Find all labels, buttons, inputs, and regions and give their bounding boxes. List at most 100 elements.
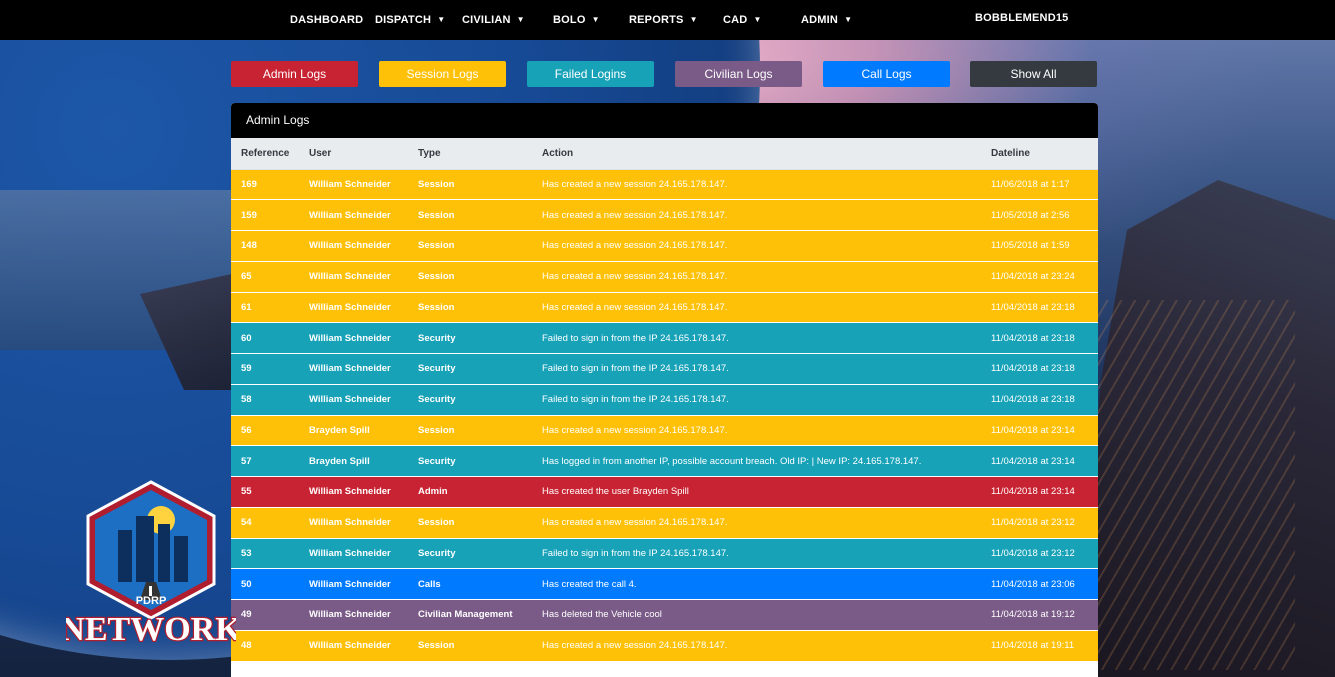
nav-dashboard[interactable]: DASHBOARD	[290, 0, 363, 40]
table-row: 148 William Schneider Session Has created a…	[231, 230, 1098, 262]
column-header[interactable]: Reference	[231, 138, 299, 170]
reference-cell: 55	[231, 476, 299, 508]
user-cell: William Schneider	[299, 169, 408, 201]
reference-cell: 57	[231, 445, 299, 477]
action-cell: Has deleted the Vehicle cool	[532, 599, 981, 631]
session-logs-button[interactable]: Session Logs	[379, 61, 506, 87]
user-cell: William Schneider	[299, 568, 408, 600]
column-header[interactable]: Dateline	[981, 138, 1098, 170]
type-cell: Security	[408, 353, 532, 385]
table-row: 54 William Schneider Session Has created a …	[231, 507, 1098, 539]
call-logs-button[interactable]: Call Logs	[823, 61, 950, 87]
table-row: 57 Brayden Spill Security Has logged in fro…	[231, 445, 1098, 477]
column-header[interactable]: User	[299, 138, 408, 170]
admin-logs-button[interactable]: Admin Logs	[231, 61, 358, 87]
table-row: 55 William Schneider Admin Has created the …	[231, 476, 1098, 508]
type-cell: Session	[408, 261, 532, 293]
table-row: 65 William Schneider Session Has created a …	[231, 261, 1098, 293]
reference-cell: 50	[231, 568, 299, 600]
nav-bolo[interactable]: BOLO ▼	[553, 0, 600, 40]
caret-down-icon: ▼	[591, 15, 600, 24]
action-cell: Failed to sign in from the IP 24.165.178…	[532, 384, 981, 416]
user-cell: Brayden Spill	[299, 415, 408, 447]
type-cell: Session	[408, 415, 532, 447]
table-row: 61 William Schneider Session Has created a …	[231, 292, 1098, 324]
pdrp-network-logo: PDRP NETWORK	[66, 480, 236, 649]
dateline-cell: 11/04/2018 at 23:18	[981, 322, 1098, 354]
table-header-row: Reference User Type Action Dateline	[231, 138, 1098, 170]
reference-cell: 54	[231, 507, 299, 539]
user-cell: William Schneider	[299, 507, 408, 539]
logs-card: Admin Logs Reference User Type Action Da…	[231, 103, 1098, 677]
civilian-logs-button[interactable]: Civilian Logs	[675, 61, 802, 87]
user-cell: William Schneider	[299, 476, 408, 508]
caret-down-icon: ▼	[844, 15, 853, 24]
table-row: 58 William Schneider Security Failed to sig…	[231, 384, 1098, 416]
type-cell: Security	[408, 322, 532, 354]
nav-label: DASHBOARD	[290, 14, 364, 26]
dateline-cell: 11/04/2018 at 23:14	[981, 476, 1098, 508]
action-cell: Failed to sign in from the IP 24.165.178…	[532, 322, 981, 354]
nav-label: DISPATCH	[375, 14, 432, 26]
nav-label: ADMIN	[801, 14, 839, 26]
reference-cell: 65	[231, 261, 299, 293]
nav-dispatch[interactable]: DISPATCH ▼	[375, 0, 445, 40]
dateline-cell: 11/04/2018 at 23:06	[981, 568, 1098, 600]
dateline-cell: 11/04/2018 at 19:11	[981, 630, 1098, 662]
type-cell: Calls	[408, 568, 532, 600]
user-cell: William Schneider	[299, 322, 408, 354]
action-cell: Has created a new session 24.165.178.147…	[532, 169, 981, 201]
failed-logins-button[interactable]: Failed Logins	[527, 61, 654, 87]
top-navbar: DASHBOARD DISPATCH ▼ CIVILIAN ▼ BOLO ▼ REPO…	[0, 0, 1335, 40]
type-cell: Security	[408, 538, 532, 570]
column-header[interactable]: Type	[408, 138, 532, 170]
user-cell: William Schneider	[299, 599, 408, 631]
reference-cell: 60	[231, 322, 299, 354]
svg-text:NETWORK: NETWORK	[66, 611, 236, 648]
user-cell: Brayden Spill	[299, 445, 408, 477]
user-cell: William Schneider	[299, 630, 408, 662]
type-cell: Session	[408, 630, 532, 662]
dateline-cell: 11/04/2018 at 23:12	[981, 538, 1098, 570]
reference-cell: 169	[231, 169, 299, 201]
type-cell: Civilian Management	[408, 599, 532, 631]
action-cell: Has created the user Brayden Spill	[532, 476, 981, 508]
action-cell: Has created the call 4.	[532, 568, 981, 600]
city-lights-graphic	[1095, 300, 1295, 670]
nav-admin[interactable]: ADMIN ▼	[801, 0, 852, 40]
show-all-button[interactable]: Show All	[970, 61, 1097, 87]
action-cell: Has created a new session 24.165.178.147…	[532, 261, 981, 293]
nav-civilian[interactable]: CIVILIAN ▼	[462, 0, 525, 40]
user-cell: William Schneider	[299, 230, 408, 262]
type-cell: Session	[408, 199, 532, 231]
action-cell: Has created a new session 24.165.178.147…	[532, 292, 981, 324]
action-cell: Has created a new session 24.165.178.147…	[532, 199, 981, 231]
reference-cell: 56	[231, 415, 299, 447]
reference-cell: 53	[231, 538, 299, 570]
nav-cad[interactable]: CAD ▼	[723, 0, 762, 40]
action-cell: Has created a new session 24.165.178.147…	[532, 415, 981, 447]
svg-text:PDRP: PDRP	[136, 595, 167, 607]
type-cell: Session	[408, 292, 532, 324]
type-cell: Admin	[408, 476, 532, 508]
dateline-cell: 11/04/2018 at 23:14	[981, 445, 1098, 477]
table-row: 59 William Schneider Security Failed to sig…	[231, 353, 1098, 385]
type-cell: Session	[408, 507, 532, 539]
table-row: 53 William Schneider Security Failed to sig…	[231, 538, 1098, 570]
table-row: 60 William Schneider Security Failed to sig…	[231, 322, 1098, 354]
dateline-cell: 11/04/2018 at 23:14	[981, 415, 1098, 447]
nav-label: CAD	[723, 14, 748, 26]
table-row: 159 William Schneider Session Has created a…	[231, 199, 1098, 231]
reference-cell: 58	[231, 384, 299, 416]
caret-down-icon: ▼	[516, 15, 525, 24]
user-cell: William Schneider	[299, 538, 408, 570]
nav-reports[interactable]: REPORTS ▼	[629, 0, 698, 40]
type-cell: Security	[408, 445, 532, 477]
username-label: BOBBLEMEND15	[975, 12, 1069, 24]
user-cell: William Schneider	[299, 353, 408, 385]
nav-user-menu[interactable]: BOBBLEMEND15	[975, 0, 1068, 38]
user-cell: William Schneider	[299, 292, 408, 324]
dateline-cell: 11/04/2018 at 23:24	[981, 261, 1098, 293]
dateline-cell: 11/05/2018 at 2:56	[981, 199, 1098, 231]
column-header[interactable]: Action	[532, 138, 981, 170]
